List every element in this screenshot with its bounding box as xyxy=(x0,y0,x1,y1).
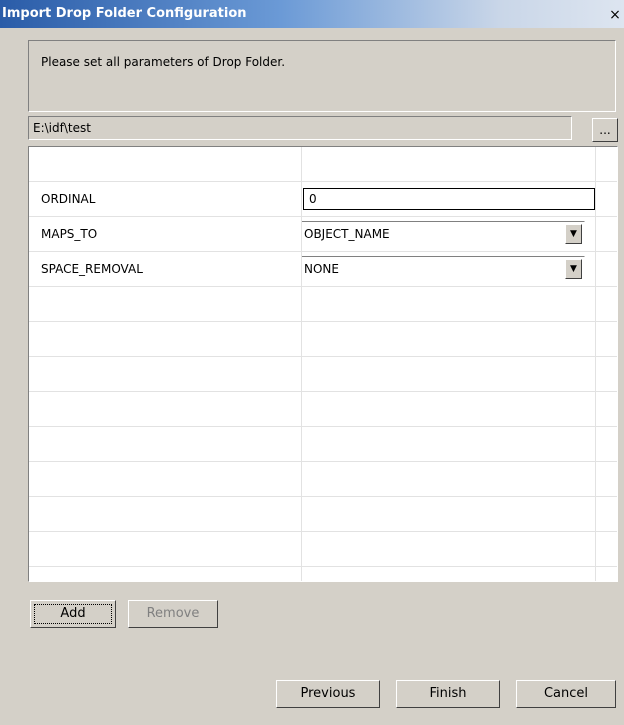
dropdown-value: OBJECT_NAME xyxy=(304,227,390,241)
space-removal-dropdown[interactable]: NONE ▼ xyxy=(301,256,585,282)
empty-row xyxy=(29,462,617,497)
title-bar: Import Drop Folder Configuration × xyxy=(0,0,624,28)
parameters-grid: ORDINAL 0 MAPS_TO OBJECT_NAME ▼ SPACE_RE… xyxy=(28,146,618,582)
chevron-down-icon[interactable]: ▼ xyxy=(565,259,582,279)
description-text: Please set all parameters of Drop Folder… xyxy=(41,55,286,69)
maps-to-dropdown[interactable]: OBJECT_NAME ▼ xyxy=(301,221,585,247)
finish-button[interactable]: Finish xyxy=(396,680,500,708)
close-icon[interactable]: × xyxy=(608,7,622,23)
column-divider xyxy=(595,147,596,581)
empty-row xyxy=(29,357,617,392)
browse-button[interactable]: ... xyxy=(592,118,618,142)
dialog-window: Import Drop Folder Configuration × Pleas… xyxy=(0,0,624,725)
empty-row xyxy=(29,287,617,322)
chevron-down-icon[interactable]: ▼ xyxy=(565,224,582,244)
empty-row xyxy=(29,392,617,427)
description-panel: Please set all parameters of Drop Folder… xyxy=(28,40,616,112)
empty-row xyxy=(29,427,617,462)
empty-row xyxy=(29,532,617,567)
param-name: ORDINAL xyxy=(41,192,96,206)
dropdown-value: NONE xyxy=(304,262,339,276)
column-divider xyxy=(301,147,302,581)
param-name: SPACE_REMOVAL xyxy=(41,262,143,276)
param-name: MAPS_TO xyxy=(41,227,98,241)
folder-path-field[interactable]: E:\idf\test xyxy=(28,116,572,140)
empty-row xyxy=(29,322,617,357)
window-title: Import Drop Folder Configuration xyxy=(2,6,247,21)
cancel-button[interactable]: Cancel xyxy=(516,680,616,708)
previous-button[interactable]: Previous xyxy=(276,680,380,708)
focus-rectangle xyxy=(34,604,112,624)
param-row-maps-to: MAPS_TO OBJECT_NAME ▼ xyxy=(29,217,617,252)
param-row-space-removal: SPACE_REMOVAL NONE ▼ xyxy=(29,252,617,287)
param-row-ordinal: ORDINAL 0 xyxy=(29,182,617,217)
grid-header-row xyxy=(29,147,617,182)
empty-row xyxy=(29,497,617,532)
empty-row xyxy=(29,567,617,581)
remove-button[interactable]: Remove xyxy=(128,600,218,628)
ordinal-input[interactable]: 0 xyxy=(303,188,595,210)
add-button[interactable]: Add xyxy=(30,600,116,628)
